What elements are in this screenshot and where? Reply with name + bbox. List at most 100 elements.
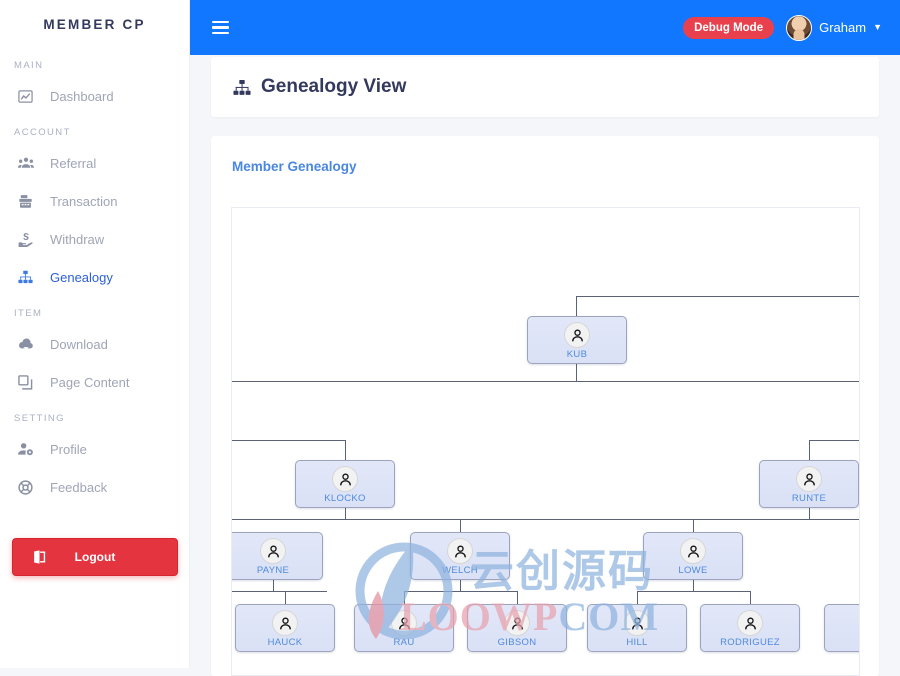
tree-node-label: PAYNE <box>256 565 290 576</box>
sidebar-item-label: Genealogy <box>50 269 113 285</box>
nav-group-heading-item: ITEM <box>14 308 43 319</box>
page-title: Genealogy View <box>261 76 407 97</box>
sidebar-item-label: Dashboard <box>50 88 114 104</box>
tree-node-hill[interactable]: HILL <box>587 604 687 652</box>
clone-icon <box>18 374 44 390</box>
tree-connector <box>232 381 859 383</box>
top-header: Debug Mode Graham ▼ <box>190 0 900 55</box>
logout-button[interactable]: Logout <box>12 538 178 576</box>
nav-group-heading-account: ACCOUNT <box>14 127 71 138</box>
genealogy-card: Member Genealogy KUB KLOCKO RUNTE PAYNE … <box>211 136 879 676</box>
tree-connector <box>637 591 750 593</box>
user-icon <box>680 538 706 564</box>
tree-connector <box>232 591 327 593</box>
tree-node-label: HILL <box>626 637 648 648</box>
sidebar: MEMBER CP MAIN Dashboard ACCOUNT Referra… <box>0 0 190 668</box>
tree-node-label: RAU <box>393 637 415 648</box>
caret-down-icon: ▼ <box>873 22 882 32</box>
user-menu[interactable]: Graham ▼ <box>786 14 882 41</box>
sidebar-item-feedback[interactable]: Feedback <box>0 468 189 506</box>
user-icon <box>504 610 530 636</box>
cloud-download-icon <box>18 337 44 351</box>
sitemap-icon <box>18 270 44 284</box>
user-icon <box>260 538 286 564</box>
tree-connector <box>576 296 859 298</box>
genealogy-tree-viewport[interactable]: KUB KLOCKO RUNTE PAYNE WELCH LOWE HAUCK … <box>231 207 860 676</box>
page-title-card: Genealogy View <box>211 57 879 117</box>
tree-connector <box>345 440 347 460</box>
user-icon <box>272 610 298 636</box>
tree-node-label: KUB <box>566 349 588 360</box>
sign-out-icon <box>33 550 47 564</box>
sidebar-item-dashboard[interactable]: Dashboard <box>0 77 189 115</box>
tree-connector <box>809 508 811 520</box>
main-content: Genealogy View Member Genealogy KUB KLOC… <box>190 55 900 676</box>
tree-node-gibson[interactable]: GIBSON <box>467 604 567 652</box>
tree-node-lowe[interactable]: LOWE <box>643 532 743 580</box>
users-icon <box>18 156 44 170</box>
tree-connector <box>517 591 519 604</box>
user-icon <box>737 610 763 636</box>
logout-label: Logout <box>74 550 116 564</box>
tree-node-label: HAUCK <box>267 637 303 648</box>
tree-node-rodriguez[interactable]: RODRIGUEZ <box>700 604 800 652</box>
tree-node-klocko[interactable]: KLOCKO <box>295 460 395 508</box>
user-icon <box>391 610 417 636</box>
tree-connector <box>576 296 578 316</box>
tree-connector <box>404 591 517 593</box>
tree-node-runte[interactable]: RUNTE <box>759 460 859 508</box>
sidebar-item-label: Withdraw <box>50 231 105 247</box>
user-icon <box>447 538 473 564</box>
chart-line-icon <box>18 89 44 104</box>
hand-holding-usd-icon <box>18 232 44 247</box>
sidebar-item-withdraw[interactable]: Withdraw <box>0 220 189 258</box>
tree-connector <box>576 364 578 382</box>
sidebar-item-label: Transaction <box>50 193 118 209</box>
user-name-label: Graham <box>819 20 867 35</box>
brand-title: MEMBER CP <box>43 16 146 32</box>
sidebar-item-referral[interactable]: Referral <box>0 144 189 182</box>
tree-node-label: KLOCKO <box>324 493 366 504</box>
tree-connector <box>750 591 752 604</box>
sidebar-item-label: Feedback <box>50 479 108 495</box>
tree-node-rau[interactable]: RAU <box>354 604 454 652</box>
sidebar-item-profile[interactable]: Profile <box>0 430 189 468</box>
card-heading[interactable]: Member Genealogy <box>211 136 879 174</box>
sidebar-item-download[interactable]: Download <box>0 325 189 363</box>
debug-mode-badge[interactable]: Debug Mode <box>683 16 775 39</box>
nav-group-heading-main: MAIN <box>14 60 44 71</box>
genealogy-tree-canvas: KUB KLOCKO RUNTE PAYNE WELCH LOWE HAUCK … <box>232 208 859 675</box>
sidebar-item-transaction[interactable]: Transaction <box>0 182 189 220</box>
sidebar-item-label: Download <box>50 336 108 352</box>
user-icon <box>332 466 358 492</box>
life-ring-icon <box>18 479 44 495</box>
hamburger-icon[interactable] <box>212 20 229 35</box>
tree-node-welch[interactable]: WELCH <box>410 532 510 580</box>
tree-connector <box>232 440 346 442</box>
tree-node-label: RODRIGUEZ <box>720 637 780 648</box>
user-icon <box>624 610 650 636</box>
header-right-group: Debug Mode Graham ▼ <box>683 14 882 41</box>
tree-node-label: LOWE <box>678 565 708 576</box>
tree-node-edge[interactable]: E <box>824 604 859 652</box>
sidebar-item-genealogy[interactable]: Genealogy <box>0 258 189 296</box>
tree-connector <box>285 591 287 604</box>
tree-connector <box>693 519 695 532</box>
avatar <box>786 14 813 41</box>
tree-connector <box>232 519 859 521</box>
user-cog-icon <box>18 442 44 456</box>
tree-node-hauck[interactable]: HAUCK <box>235 604 335 652</box>
sidebar-item-label: Profile <box>50 441 87 457</box>
logout-wrapper: Logout <box>0 538 189 576</box>
tree-connector <box>809 440 811 460</box>
tree-node-kub[interactable]: KUB <box>527 316 627 364</box>
sidebar-item-label: Referral <box>50 155 97 171</box>
tree-connector <box>637 591 639 604</box>
sitemap-icon <box>233 79 251 96</box>
user-icon <box>564 322 590 348</box>
tree-connector <box>460 519 462 532</box>
tree-node-payne[interactable]: PAYNE <box>232 532 323 580</box>
tree-connector <box>809 440 859 442</box>
sidebar-item-page-content[interactable]: Page Content <box>0 363 189 401</box>
tree-connector <box>404 591 406 604</box>
